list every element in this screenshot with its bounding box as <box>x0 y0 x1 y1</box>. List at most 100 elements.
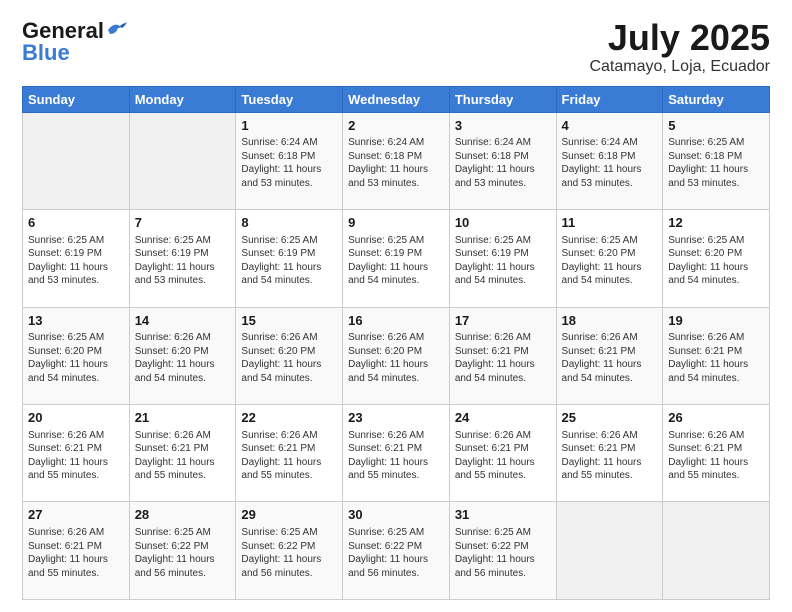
cell-info: Sunrise: 6:26 AMSunset: 6:21 PMDaylight:… <box>135 429 231 483</box>
calendar-cell: 2Sunrise: 6:24 AMSunset: 6:18 PMDaylight… <box>343 112 450 209</box>
calendar-cell: 13Sunrise: 6:25 AMSunset: 6:20 PMDayligh… <box>23 307 130 404</box>
cell-info: Sunrise: 6:25 AMSunset: 6:20 PMDaylight:… <box>562 234 658 288</box>
cell-date-number: 20 <box>28 409 124 427</box>
cell-sunset: Sunset: 6:19 PM <box>135 248 209 259</box>
cell-sunset: Sunset: 6:20 PM <box>135 346 209 357</box>
week-row-5: 27Sunrise: 6:26 AMSunset: 6:21 PMDayligh… <box>23 502 770 600</box>
cell-sunset: Sunset: 6:19 PM <box>455 248 529 259</box>
calendar-title: July 2025 <box>589 18 770 58</box>
cell-info: Sunrise: 6:25 AMSunset: 6:22 PMDaylight:… <box>455 526 551 580</box>
cell-date-number: 21 <box>135 409 231 427</box>
cell-info: Sunrise: 6:24 AMSunset: 6:18 PMDaylight:… <box>348 136 444 190</box>
calendar-cell: 21 Sunrise: 6:26 AMSunset: 6:21 PMDayligh… <box>129 405 236 502</box>
calendar-cell: 9Sunrise: 6:25 AMSunset: 6:19 PMDaylight… <box>343 210 450 307</box>
cell-date-number: 19 <box>668 312 764 330</box>
cell-daylight: Daylight: 11 hours and 54 minutes. <box>28 359 108 384</box>
cell-daylight: Daylight: 11 hours and 56 minutes. <box>348 554 428 579</box>
cell-sunrise: Sunrise: 6:26 AM <box>562 430 638 441</box>
header-friday: Friday <box>556 86 663 112</box>
cell-daylight: Daylight: 11 hours and 53 minutes. <box>455 164 535 189</box>
cell-sunset: Sunset: 6:20 PM <box>28 346 102 357</box>
cell-daylight: Daylight: 11 hours and 54 minutes. <box>241 262 321 287</box>
day-header-row: Sunday Monday Tuesday Wednesday Thursday… <box>23 86 770 112</box>
header-monday: Monday <box>129 86 236 112</box>
cell-sunrise: Sunrise: 6:25 AM <box>455 235 531 246</box>
cell-daylight: Daylight: 11 hours and 55 minutes. <box>562 457 642 482</box>
cell-sunset: Sunset: 6:19 PM <box>28 248 102 259</box>
cell-sunrise: Sunrise: 6:26 AM <box>135 332 211 343</box>
cell-sunset: Sunset: 6:21 PM <box>668 346 742 357</box>
cell-info: Sunrise: 6:26 AM Sunset: 6:21 PM Daylight:… <box>348 429 444 483</box>
week-row-1: 1Sunrise: 6:24 AMSunset: 6:18 PMDaylight… <box>23 112 770 209</box>
header-saturday: Saturday <box>663 86 770 112</box>
cell-date-number: 13 <box>28 312 124 330</box>
cell-date-number: 16 <box>348 312 444 330</box>
calendar-cell <box>129 112 236 209</box>
cell-sunrise: Sunrise: 6:26 AM <box>348 430 424 441</box>
calendar-cell: 12Sunrise: 6:25 AMSunset: 6:20 PMDayligh… <box>663 210 770 307</box>
cell-sunrise: Sunrise: 6:25 AM <box>348 235 424 246</box>
cell-daylight: Daylight: 11 hours and 55 minutes. <box>455 457 535 482</box>
cell-sunrise: Sunrise: 6:25 AM <box>135 235 211 246</box>
cell-sunset: Sunset: 6:21 PM <box>668 443 742 454</box>
cell-sunrise: Sunrise: 6:26 AM <box>135 430 211 441</box>
cell-date-number: 18 <box>562 312 658 330</box>
cell-sunrise: Sunrise: 6:26 AM <box>455 332 531 343</box>
calendar-cell <box>663 502 770 600</box>
cell-date-number: 6 <box>28 214 124 232</box>
calendar-cell: 20 Sunrise: 6:26 AMSunset: 6:21 PMDayligh… <box>23 405 130 502</box>
cell-sunset: Sunset: 6:21 PM <box>455 346 529 357</box>
cell-sunrise: Sunrise: 6:24 AM <box>455 137 531 148</box>
cell-sunset: Sunset: 6:21 PM <box>562 346 636 357</box>
cell-sunrise: Sunrise: 6:25 AM <box>455 527 531 538</box>
week-row-4: 20 Sunrise: 6:26 AM Sunset: 6:21 PM Dayligh… <box>23 405 770 502</box>
cell-info: Sunrise: 6:26 AMSunset: 6:21 PMDaylight:… <box>28 429 124 483</box>
header-thursday: Thursday <box>449 86 556 112</box>
cell-daylight: Daylight: 11 hours and 54 minutes. <box>562 359 642 384</box>
cell-info: Sunrise: 6:26 AMSunset: 6:21 PMDaylight:… <box>562 331 658 385</box>
calendar-cell: 6Sunrise: 6:25 AMSunset: 6:19 PMDaylight… <box>23 210 130 307</box>
calendar-cell: 3Sunrise: 6:24 AMSunset: 6:18 PMDaylight… <box>449 112 556 209</box>
calendar-cell: 28Sunrise: 6:25 AMSunset: 6:22 PMDayligh… <box>129 502 236 600</box>
cell-info: Sunrise: 6:25 AMSunset: 6:18 PMDaylight:… <box>668 136 764 190</box>
cell-sunrise: Sunrise: 6:26 AM <box>241 430 317 441</box>
cell-daylight: Daylight: 11 hours and 54 minutes. <box>455 262 535 287</box>
week-row-2: 6Sunrise: 6:25 AMSunset: 6:19 PMDaylight… <box>23 210 770 307</box>
cell-info: Sunrise: 6:26 AMSunset: 6:21 PMDaylight:… <box>668 331 764 385</box>
cell-sunset: Sunset: 6:21 PM <box>348 443 422 454</box>
cell-info: Sunrise: 6:26 AMSunset: 6:21 PMDaylight:… <box>28 526 124 580</box>
cell-sunset: Sunset: 6:20 PM <box>241 346 315 357</box>
cell-date-number: 23 <box>348 409 444 427</box>
cell-sunset: Sunset: 6:18 PM <box>348 151 422 162</box>
header-tuesday: Tuesday <box>236 86 343 112</box>
cell-sunrise: Sunrise: 6:26 AM <box>28 430 104 441</box>
cell-date-number: 5 <box>668 117 764 135</box>
cell-daylight: Daylight: 11 hours and 54 minutes. <box>455 359 535 384</box>
cell-date-number: 1 <box>241 117 337 135</box>
cell-daylight: Daylight: 11 hours and 55 minutes. <box>348 457 428 482</box>
cell-sunrise: Sunrise: 6:26 AM <box>28 527 104 538</box>
calendar-cell: 23 Sunrise: 6:26 AM Sunset: 6:21 PM Dayligh… <box>343 405 450 502</box>
cell-daylight: Daylight: 11 hours and 55 minutes. <box>28 457 108 482</box>
cell-daylight: Daylight: 11 hours and 54 minutes. <box>668 262 748 287</box>
cell-sunrise: Sunrise: 6:25 AM <box>668 137 744 148</box>
cell-date-number: 8 <box>241 214 337 232</box>
calendar-cell: 25Sunrise: 6:26 AMSunset: 6:21 PMDayligh… <box>556 405 663 502</box>
cell-daylight: Daylight: 11 hours and 54 minutes. <box>348 262 428 287</box>
cell-info: Sunrise: 6:26 AMSunset: 6:20 PMDaylight:… <box>241 331 337 385</box>
cell-date-number: 15 <box>241 312 337 330</box>
calendar-cell: 16Sunrise: 6:26 AMSunset: 6:20 PMDayligh… <box>343 307 450 404</box>
cell-info: Sunrise: 6:26 AMSunset: 6:21 PMDaylight:… <box>241 429 337 483</box>
cell-info: Sunrise: 6:26 AMSunset: 6:20 PMDaylight:… <box>135 331 231 385</box>
calendar-cell <box>23 112 130 209</box>
cell-info: Sunrise: 6:25 AMSunset: 6:22 PMDaylight:… <box>348 526 444 580</box>
title-block: July 2025 Catamayo, Loja, Ecuador <box>589 18 770 76</box>
cell-daylight: Daylight: 11 hours and 54 minutes. <box>348 359 428 384</box>
cell-info: Sunrise: 6:25 AMSunset: 6:19 PMDaylight:… <box>241 234 337 288</box>
logo-blue-text: Blue <box>22 40 70 66</box>
cell-daylight: Daylight: 11 hours and 56 minutes. <box>455 554 535 579</box>
cell-sunset: Sunset: 6:21 PM <box>241 443 315 454</box>
cell-sunset: Sunset: 6:19 PM <box>348 248 422 259</box>
cell-sunset: Sunset: 6:19 PM <box>241 248 315 259</box>
cell-daylight: Daylight: 11 hours and 55 minutes. <box>668 457 748 482</box>
